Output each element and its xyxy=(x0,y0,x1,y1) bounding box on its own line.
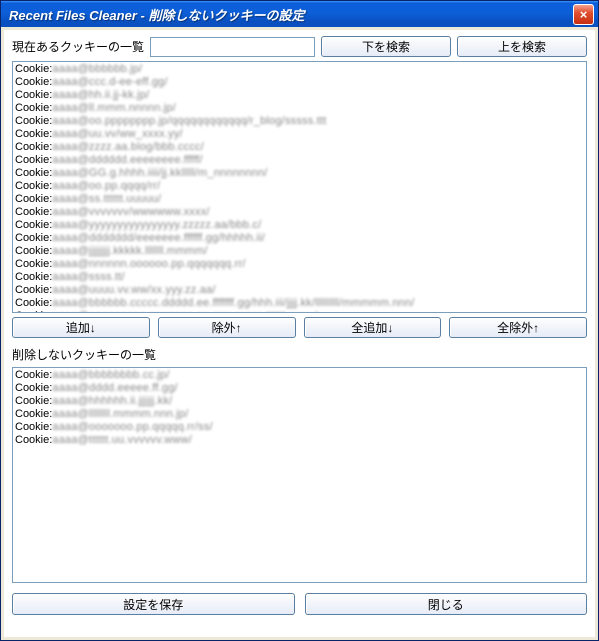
list-item[interactable]: Cookie:aaaa@zzzz.aa.blog/bbb.cccc/ xyxy=(15,141,584,154)
list-item[interactable]: Cookie:aaaa@oo.pp.qqqq/rr/ xyxy=(15,180,584,193)
current-cookies-listbox[interactable]: Cookie:aaaa@bbbbbb.jp/Cookie:aaaa@ccc.d-… xyxy=(12,61,587,313)
list-item[interactable]: Cookie:aaaa@nnnnnn.oooooo.pp.qqqqqqq.rr/ xyxy=(15,258,584,271)
titlebar[interactable]: Recent Files Cleaner - 削除しないクッキーの設定 × xyxy=(1,1,598,27)
list-item[interactable]: Cookie:aaaa@tttttt.uu.vvvvvv.www/ xyxy=(15,434,584,447)
list-item[interactable]: Cookie:aaaa@hh.ii.jj-kk.jp/ xyxy=(15,89,584,102)
list-item[interactable]: Cookie:aaaa@llllllll.mmmm.nnn.jp/ xyxy=(15,408,584,421)
add-all-button[interactable]: 全追加↓ xyxy=(304,317,442,338)
client-area: 現在あるクッキーの一覧 下を検索 上を検索 Cookie:aaaa@bbbbbb… xyxy=(4,30,595,637)
list-item[interactable]: Cookie:aaaa@dddddd.eeeeeeee.fffff/ xyxy=(15,154,584,167)
add-button[interactable]: 追加↓ xyxy=(12,317,150,338)
list-item[interactable]: Cookie:aaaa@yyyyyyyyyyyyyyyy.zzzzz.aa/bb… xyxy=(15,219,584,232)
list-item[interactable]: Cookie:aaaa@vvvvvvv/wwwwww.xxxx/ xyxy=(15,206,584,219)
transfer-button-row: 追加↓ 除外↑ 全追加↓ 全除外↑ xyxy=(12,317,587,338)
list-item[interactable]: Cookie:aaaa@ooooooo.pp.qqqqq.rr/ss/ xyxy=(15,421,584,434)
list-item[interactable]: Cookie:aaaa@bbbbbb.jp/ xyxy=(15,63,584,76)
list-item[interactable]: Cookie:aaaa@hhhhhh.ii.jjjjjj.kk/ xyxy=(15,395,584,408)
close-button[interactable]: 閉じる xyxy=(305,593,588,615)
remove-button[interactable]: 除外↑ xyxy=(158,317,296,338)
search-row: 現在あるクッキーの一覧 下を検索 上を検索 xyxy=(12,36,587,57)
current-cookies-label: 現在あるクッキーの一覧 xyxy=(12,38,144,55)
list-item[interactable]: Cookie:aaaa@oo.pppppppp.jp/qqqqqqqqqqqq/… xyxy=(15,115,584,128)
search-down-button[interactable]: 下を検索 xyxy=(321,36,451,57)
list-item[interactable]: Cookie:aaaa@bbbbbbbb.cc.jp/ xyxy=(15,369,584,382)
window-title: Recent Files Cleaner - 削除しないクッキーの設定 xyxy=(9,5,573,24)
remove-all-button[interactable]: 全除外↑ xyxy=(449,317,587,338)
list-item[interactable]: Cookie:aaaa@jjjjjjjj.kkkkk.lllllll.mmmm/ xyxy=(15,245,584,258)
search-up-button[interactable]: 上を検索 xyxy=(457,36,587,57)
search-input[interactable] xyxy=(150,37,315,57)
close-icon[interactable]: × xyxy=(573,4,594,25)
list-item[interactable]: Cookie:aaaa@ddddddd/eeeeeee.ffffff.gg/hh… xyxy=(15,232,584,245)
list-item[interactable]: Cookie:aaaa@bbbbbb.ccccc.ddddd.ee.ffffff… xyxy=(15,297,584,310)
save-settings-button[interactable]: 設定を保存 xyxy=(12,593,295,615)
list-item[interactable]: Cookie:aaaa@ooooooooo.ppppppp.qq.rrrrr.s… xyxy=(15,310,584,313)
list-item[interactable]: Cookie:aaaa@GG.g.hhhh.iiii/jj.kklllll/m_… xyxy=(15,167,584,180)
list-item[interactable]: Cookie:aaaa@uu.vv/ww_xxxx.yy/ xyxy=(15,128,584,141)
footer-button-row: 設定を保存 閉じる xyxy=(12,593,587,615)
list-item[interactable]: Cookie:aaaa@uuuu.vv.ww/xx.yyy.zz.aa/ xyxy=(15,284,584,297)
list-item[interactable]: Cookie:aaaa@dddd.eeeee.ff.gg/ xyxy=(15,382,584,395)
keep-cookies-listbox[interactable]: Cookie:aaaa@bbbbbbbb.cc.jp/Cookie:aaaa@d… xyxy=(12,367,587,583)
list-item[interactable]: Cookie:aaaa@ss.tttttt.uuuuu/ xyxy=(15,193,584,206)
list-item[interactable]: Cookie:aaaa@ssss.tt/ xyxy=(15,271,584,284)
keep-cookies-label: 削除しないクッキーの一覧 xyxy=(12,346,587,363)
window: Recent Files Cleaner - 削除しないクッキーの設定 × 現在… xyxy=(0,0,599,641)
list-item[interactable]: Cookie:aaaa@ll.mmm.nnnnn.jp/ xyxy=(15,102,584,115)
list-item[interactable]: Cookie:aaaa@ccc.d-ee-eff.gg/ xyxy=(15,76,584,89)
